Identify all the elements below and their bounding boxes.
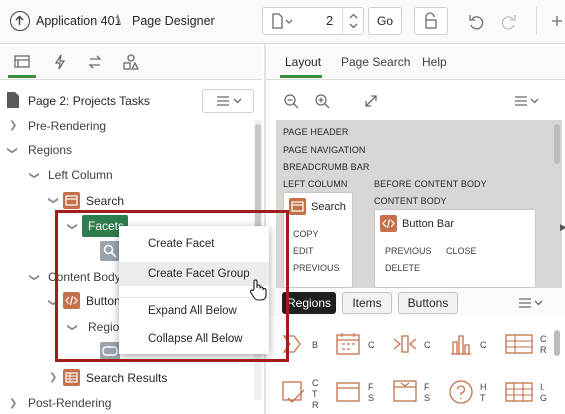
expand-icon[interactable] xyxy=(362,92,380,110)
layout-menu-icon[interactable] xyxy=(512,92,542,110)
region-report-icon xyxy=(63,369,80,386)
region-before-content-body[interactable]: BEFORE CONTENT BODY xyxy=(374,179,487,189)
gallery-label: C R xyxy=(540,334,547,355)
layout-card-button-bar-title: Button Bar xyxy=(402,218,454,230)
gallery-label: H T xyxy=(480,382,487,403)
go-button[interactable]: Go xyxy=(368,7,402,35)
tab-help[interactable]: Help xyxy=(422,55,447,69)
gallery-classic-report-icon[interactable] xyxy=(503,330,535,358)
toolbar-divider xyxy=(536,7,537,35)
region-page-navigation[interactable]: PAGE NAVIGATION xyxy=(283,145,366,155)
hamburger-menu-icon xyxy=(217,96,242,106)
page-designer-title: Page Designer xyxy=(132,14,215,28)
tree-node-post-rendering[interactable]: Post-Rendering xyxy=(28,396,111,410)
undo-icon[interactable] xyxy=(466,12,486,32)
zoom-in-icon[interactable] xyxy=(313,92,331,110)
hand-cursor-icon xyxy=(249,279,267,301)
layout-button-close[interactable]: CLOSE xyxy=(446,246,477,256)
gallery-label: C xyxy=(424,340,431,350)
app-breadcrumb-link[interactable]: Application 401 xyxy=(36,14,121,28)
gallery-label: I. G xyxy=(540,382,548,403)
gallery-chart-icon[interactable] xyxy=(447,330,475,358)
zoom-out-icon[interactable] xyxy=(282,92,300,110)
lock-button[interactable] xyxy=(414,7,448,35)
page-stepper-icon[interactable] xyxy=(344,8,364,34)
active-tab-indicator xyxy=(8,75,36,78)
gallery-help-text-icon[interactable] xyxy=(447,378,475,406)
gallery-label: C xyxy=(480,340,487,350)
gallery-label: F S xyxy=(424,382,431,403)
region-page-header[interactable]: PAGE HEADER xyxy=(283,127,348,137)
layout-link-previous[interactable]: PREVIOUS xyxy=(293,263,340,273)
tree-node-regions[interactable]: Regions xyxy=(28,143,72,157)
layout-link-edit[interactable]: EDIT xyxy=(293,246,314,256)
gallery-checkbox-region-icon[interactable] xyxy=(280,378,308,406)
dynamic-actions-tab-icon[interactable] xyxy=(50,52,70,72)
gallery-tab-items[interactable]: Items xyxy=(342,292,392,314)
gallery-label: F S xyxy=(368,382,375,403)
collapse-chevron-icon[interactable]: ❯ xyxy=(29,273,40,281)
page-selector[interactable] xyxy=(262,7,364,35)
page-icon xyxy=(272,13,293,29)
region-content-body[interactable]: CONTENT BODY xyxy=(374,196,447,206)
tree-node-search[interactable]: Search xyxy=(86,194,124,208)
gallery-tab-regions[interactable]: Regions xyxy=(282,292,336,314)
plus-icon[interactable] xyxy=(549,13,565,29)
rendering-tab-icon[interactable] xyxy=(12,52,32,72)
expand-chevron-icon[interactable]: ❯ xyxy=(9,398,17,409)
gallery-interactive-grid-icon[interactable] xyxy=(503,378,535,406)
gallery-label: B xyxy=(312,340,319,350)
expand-chevron-icon[interactable]: ❯ xyxy=(9,120,17,131)
page-number-input[interactable]: 2 xyxy=(326,13,333,28)
splitter-arrow-icon[interactable]: ▶ xyxy=(560,222,565,233)
canvas-scrollbar-thumb[interactable] xyxy=(554,124,560,164)
layout-link-copy[interactable]: COPY xyxy=(293,229,319,239)
lock-icon xyxy=(425,12,437,29)
breadcrumb-separator: \ xyxy=(117,12,122,29)
collapse-chevron-icon[interactable]: ❯ xyxy=(29,171,40,179)
tree-node-pre-rendering[interactable]: Pre-Rendering xyxy=(28,119,106,133)
collapse-chevron-icon[interactable]: ❯ xyxy=(48,196,59,204)
active-tab-indicator xyxy=(280,75,322,78)
tree-page-title: Page 2: Projects Tasks xyxy=(28,94,150,108)
gallery-label: C T R xyxy=(312,378,319,410)
region-button-bar-icon xyxy=(380,215,397,232)
tree-node-left-column[interactable]: Left Column xyxy=(48,168,113,182)
page-icon xyxy=(7,92,19,108)
layout-button-previous[interactable]: PREVIOUS xyxy=(385,246,432,256)
expand-chevron-icon[interactable]: ❯ xyxy=(49,372,57,383)
gallery-carousel-icon[interactable] xyxy=(391,330,419,358)
collapse-chevron-icon[interactable]: ❯ xyxy=(7,146,18,154)
gallery-label: C xyxy=(368,340,375,350)
gallery-scrollbar-thumb[interactable] xyxy=(554,330,560,356)
tree-node-search-results[interactable]: Search Results xyxy=(86,371,167,385)
layout-card-search-title: Search xyxy=(311,201,346,213)
gallery-calendar-icon[interactable] xyxy=(334,330,362,358)
app-up-icon[interactable] xyxy=(10,11,30,31)
region-search-icon xyxy=(289,198,306,215)
region-breadcrumb-bar[interactable]: BREADCRUMB BAR xyxy=(283,162,369,172)
processing-tab-icon[interactable] xyxy=(85,52,105,72)
gallery-form-icon[interactable] xyxy=(334,378,362,406)
gallery-tab-buttons[interactable]: Buttons xyxy=(398,292,458,314)
shared-components-tab-icon[interactable] xyxy=(121,52,141,72)
gallery-menu-icon[interactable] xyxy=(516,294,546,312)
tree-menu-button[interactable] xyxy=(202,89,254,113)
redo-icon[interactable] xyxy=(499,12,519,32)
tab-page-search[interactable]: Page Search xyxy=(341,55,410,69)
region-search-icon xyxy=(63,192,80,209)
region-left-column[interactable]: LEFT COLUMN xyxy=(283,179,347,189)
gallery-faceted-search-icon[interactable] xyxy=(391,378,419,406)
tab-layout[interactable]: Layout xyxy=(285,55,321,69)
layout-button-delete[interactable]: DELETE xyxy=(385,263,420,273)
